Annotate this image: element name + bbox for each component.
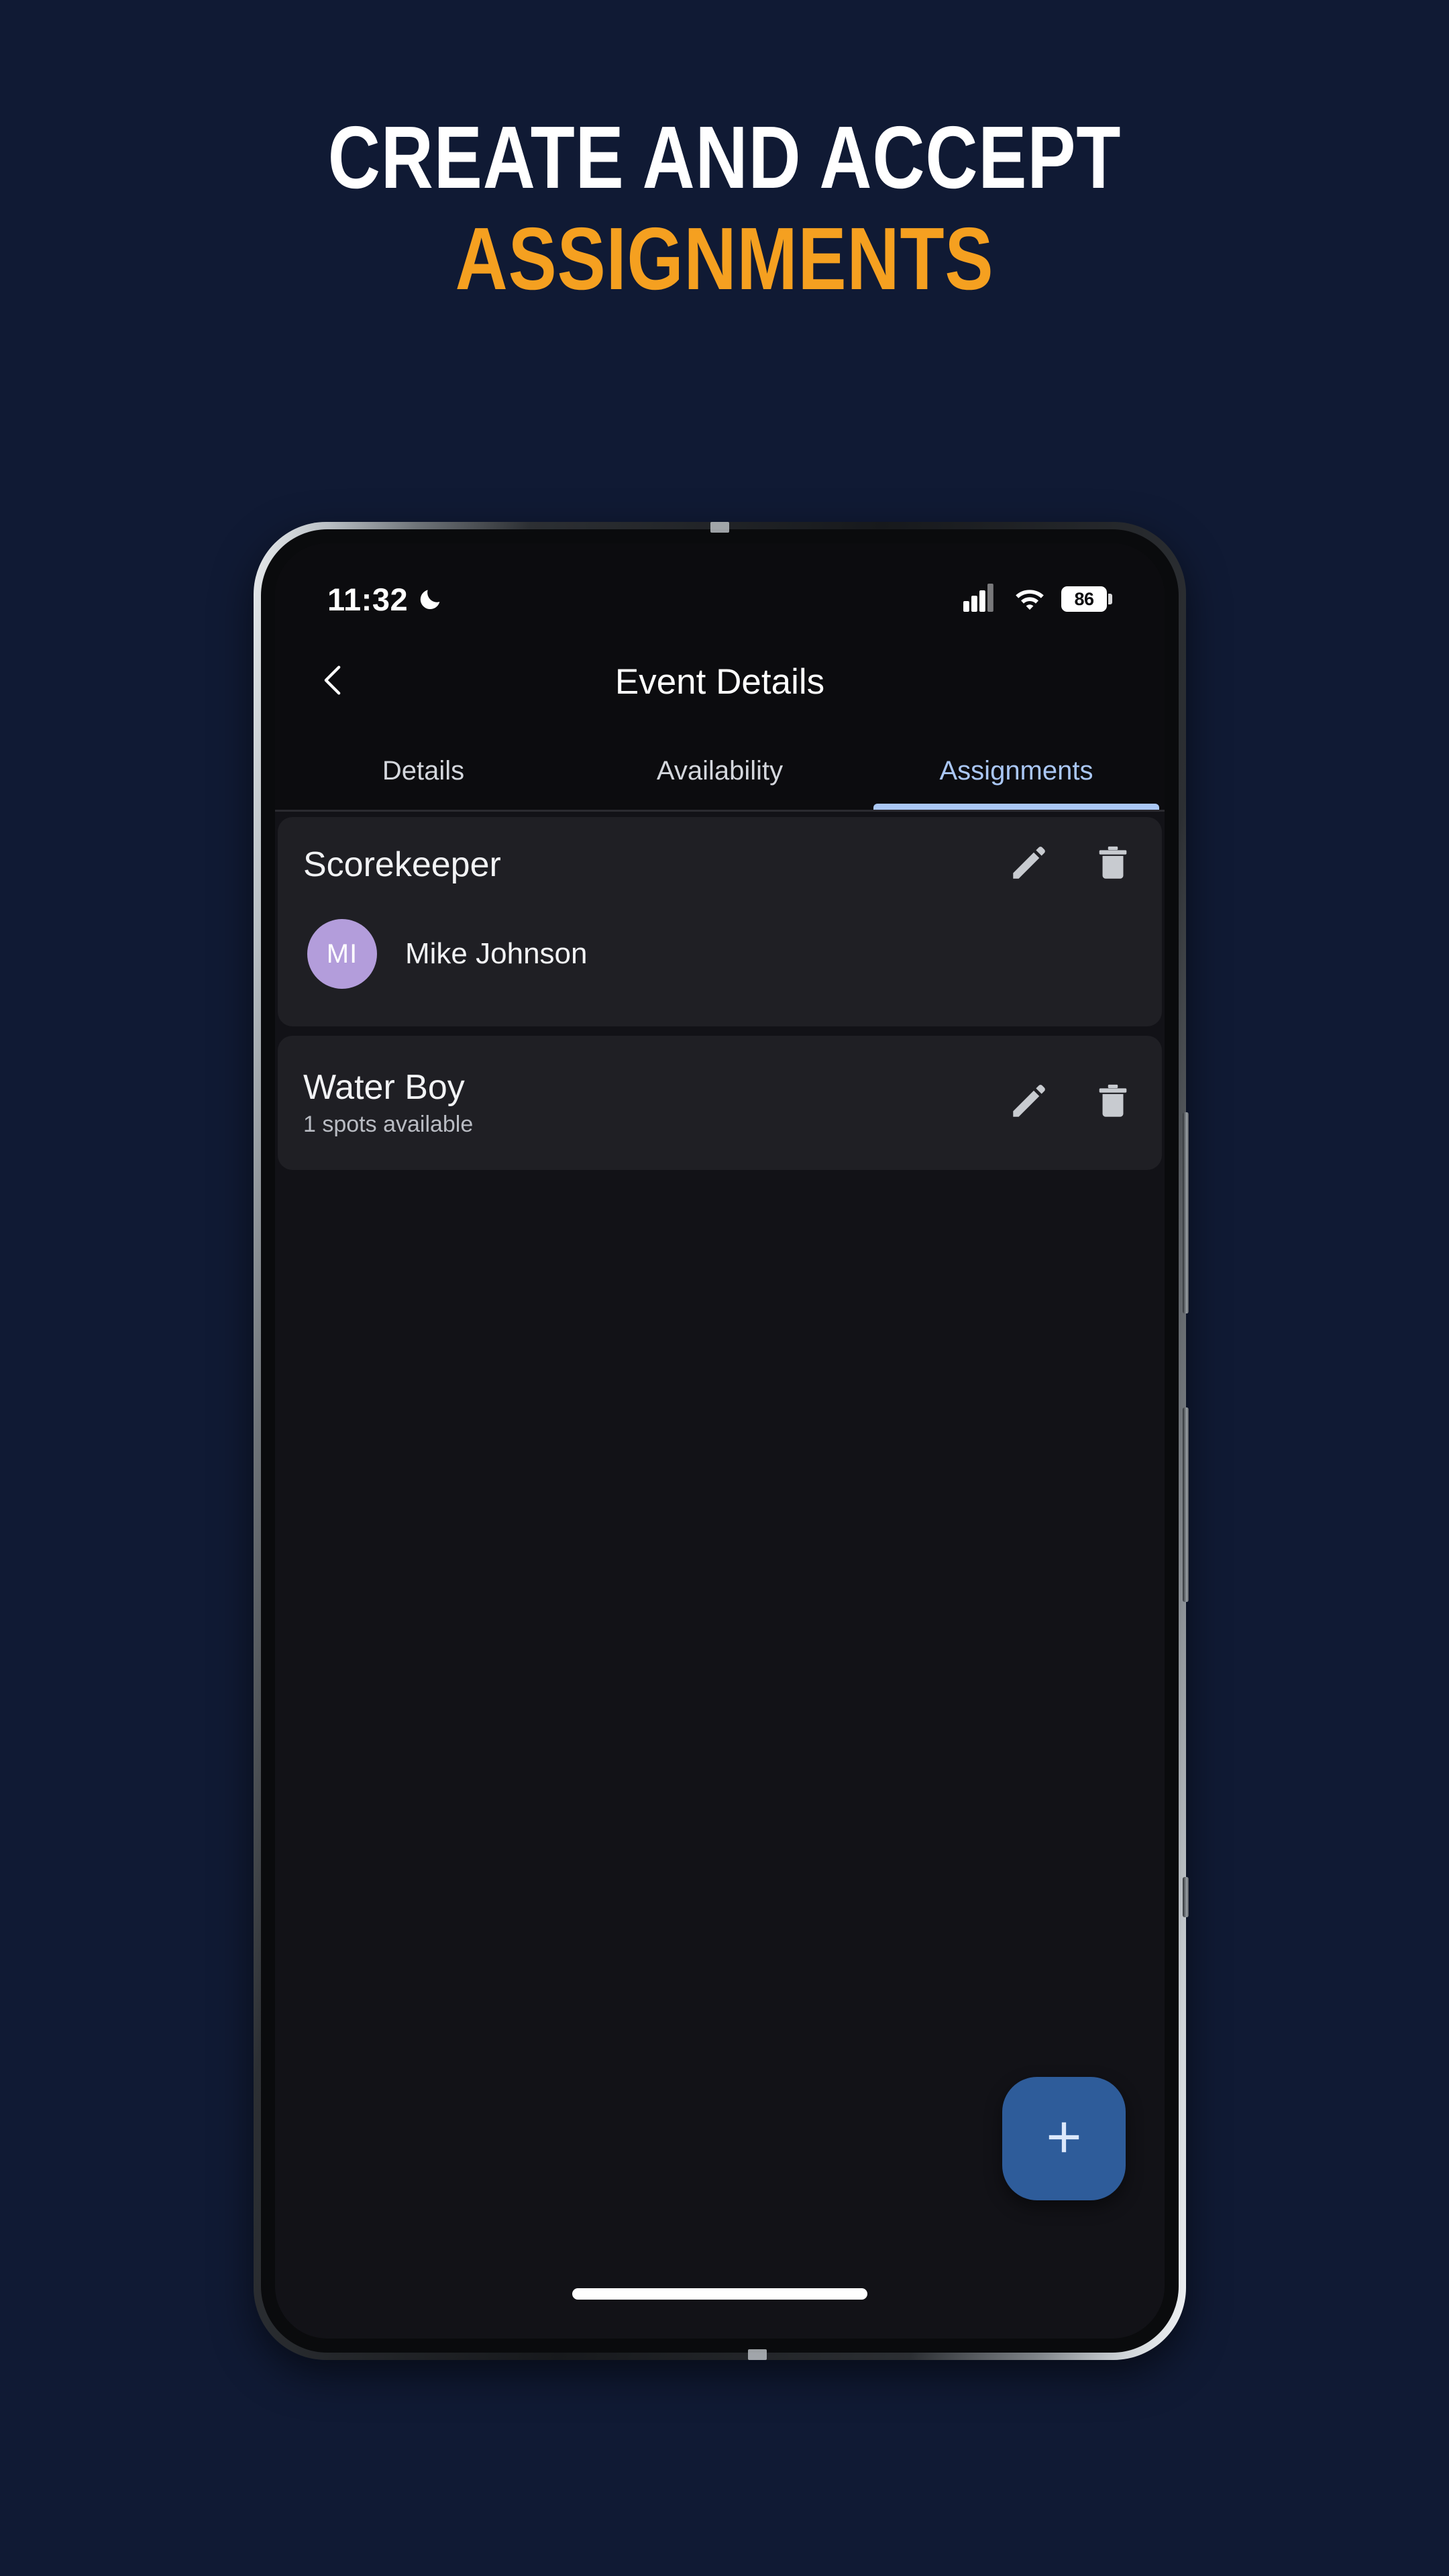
power-button[interactable]	[1183, 1407, 1189, 1602]
volume-button[interactable]	[1183, 1112, 1189, 1313]
status-bar-left: 11:32	[327, 581, 444, 618]
cellular-signal-icon	[963, 583, 998, 615]
antenna-band-top	[710, 522, 729, 533]
tab-availability[interactable]: Availability	[572, 733, 868, 810]
trash-icon	[1093, 844, 1132, 886]
assignment-card-actions	[1005, 1079, 1136, 1126]
tab-details[interactable]: Details	[275, 733, 572, 810]
status-bar-right: 86	[963, 583, 1112, 615]
tab-assignments[interactable]: Assignments	[868, 733, 1165, 810]
edit-assignment-button[interactable]	[1005, 1079, 1052, 1126]
assignment-title: Scorekeeper	[303, 845, 501, 884]
home-indicator	[572, 2288, 867, 2300]
app-bar: Event Details	[275, 631, 1165, 733]
assignment-availability: 1 spots available	[303, 1111, 474, 1137]
pencil-icon	[1008, 1081, 1049, 1126]
assignment-card-actions	[1005, 841, 1136, 888]
assignment-card-titles: Scorekeeper	[303, 845, 989, 884]
assignment-card-header: Water Boy 1 spots available	[303, 1036, 1136, 1170]
avatar: MI	[307, 919, 377, 989]
back-button[interactable]	[290, 637, 378, 726]
assignments-list: Scorekeeper MI Mike Johnson Water Boy 1 …	[275, 812, 1165, 2339]
page-title: Event Details	[614, 661, 825, 702]
phone-mockup: 11:32 86 Event Details Details Availabil…	[254, 522, 1189, 2360]
poster-headline: CREATE AND ACCEPT ASSIGNMENTS	[0, 108, 1449, 309]
assignment-title: Water Boy	[303, 1068, 465, 1108]
assignment-card-header: Scorekeeper	[303, 817, 1136, 912]
edit-assignment-button[interactable]	[1005, 841, 1052, 888]
battery-body: 86	[1061, 586, 1107, 612]
assignment-card[interactable]: Scorekeeper MI Mike Johnson	[278, 817, 1162, 1026]
assignment-card[interactable]: Water Boy 1 spots available	[278, 1036, 1162, 1170]
chevron-left-icon	[316, 662, 352, 702]
assignee-name: Mike Johnson	[405, 937, 588, 970]
battery-indicator: 86	[1061, 586, 1112, 612]
headline-line-1: CREATE AND ACCEPT	[327, 108, 1122, 207]
tab-bar: Details Availability Assignments	[275, 733, 1165, 812]
antenna-band-bottom	[747, 2349, 767, 2360]
status-bar: 11:32 86	[275, 543, 1165, 631]
assignee-row[interactable]: MI Mike Johnson	[303, 912, 1136, 1026]
pencil-icon	[1008, 843, 1049, 888]
add-assignment-fab[interactable]	[1002, 2077, 1126, 2200]
moon-icon	[417, 586, 444, 612]
lower-side-button[interactable]	[1183, 1877, 1189, 1917]
battery-cap	[1108, 594, 1112, 604]
headline-line-2: ASSIGNMENTS	[455, 209, 994, 309]
battery-level: 86	[1074, 588, 1094, 609]
delete-assignment-button[interactable]	[1089, 841, 1136, 888]
status-time: 11:32	[327, 581, 409, 617]
assignment-card-titles: Water Boy 1 spots available	[303, 1068, 989, 1137]
plus-icon	[1040, 2113, 1088, 2165]
delete-assignment-button[interactable]	[1089, 1079, 1136, 1126]
wifi-icon	[1013, 584, 1046, 614]
trash-icon	[1093, 1082, 1132, 1124]
phone-screen: 11:32 86 Event Details Details Availabil…	[275, 543, 1165, 2339]
